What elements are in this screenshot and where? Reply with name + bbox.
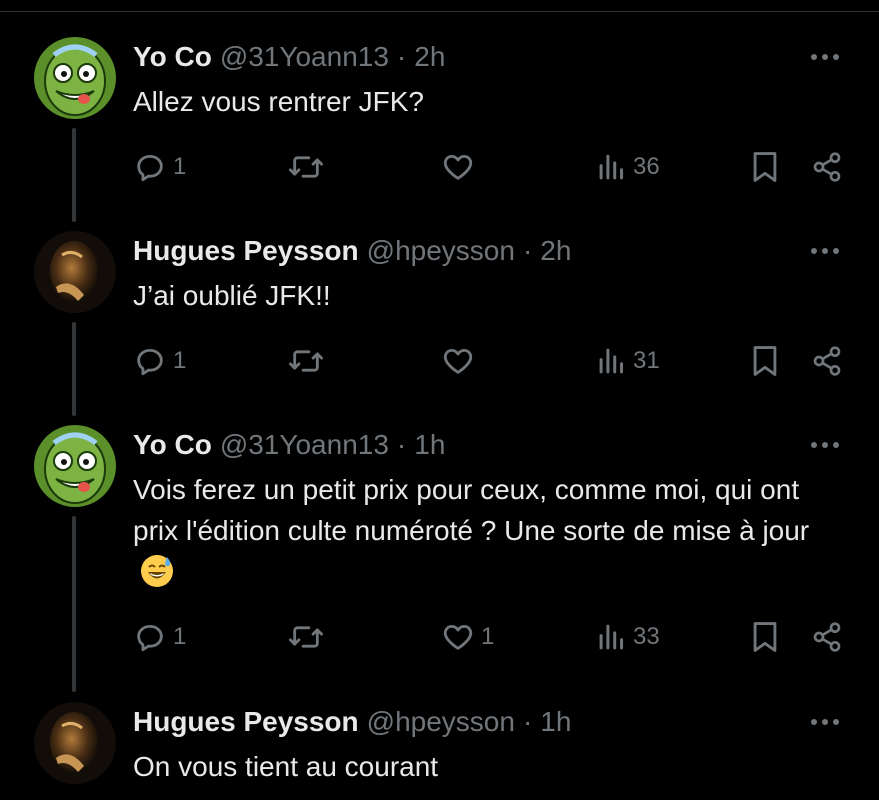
author-name[interactable]: Hugues Peysson [133, 235, 359, 267]
views-button[interactable]: 36 [597, 145, 660, 189]
retweet-button[interactable] [287, 615, 325, 659]
rick-pickle-avatar-icon [34, 425, 116, 507]
heart-icon [443, 624, 473, 650]
separator: · [522, 706, 533, 737]
tweet-header: Hugues Peysson @hpeysson · 2h [133, 231, 571, 271]
like-button[interactable]: 1 [441, 615, 494, 659]
grinning-sweat-emoji-icon [139, 553, 175, 589]
views-count: 31 [633, 347, 660, 374]
author-name[interactable]: Yo Co [133, 429, 212, 461]
author-name[interactable]: Hugues Peysson [133, 706, 359, 738]
retweet-icon [288, 626, 323, 648]
dark-photo-avatar-icon [34, 702, 116, 784]
bookmark-button[interactable] [750, 145, 780, 189]
separator: · [522, 235, 533, 266]
top-divider [0, 11, 879, 12]
share-button[interactable] [811, 615, 843, 659]
rick-pickle-avatar-icon [34, 37, 116, 119]
heart-icon [443, 154, 473, 180]
reply-button[interactable]: 1 [133, 339, 186, 383]
bookmark-icon [753, 346, 777, 376]
share-button[interactable] [811, 145, 843, 189]
more-options-icon[interactable] [807, 433, 843, 457]
like-count: 1 [481, 623, 495, 650]
avatar[interactable] [34, 231, 116, 313]
retweet-button[interactable] [287, 339, 325, 383]
separator: · [396, 41, 407, 72]
share-button[interactable] [811, 339, 843, 383]
tweet-text: Vois ferez un petit prix pour ceux, comm… [133, 474, 810, 546]
share-icon [813, 152, 841, 182]
reply-button[interactable]: 1 [133, 145, 186, 189]
timestamp[interactable]: 1h [540, 706, 571, 738]
views-icon [599, 154, 624, 180]
like-button[interactable] [441, 145, 475, 189]
views-button[interactable]: 33 [597, 615, 660, 659]
retweet-icon [288, 350, 323, 372]
timestamp[interactable]: 2h [414, 41, 445, 73]
avatar[interactable] [34, 425, 116, 507]
retweet-icon [288, 156, 323, 178]
reply-icon [137, 348, 163, 376]
action-bar: 1 1 33 [0, 615, 879, 659]
tweet-header: Yo Co @31Yoann13 · 2h [133, 37, 445, 77]
reply-button[interactable]: 1 [133, 615, 186, 659]
reply-count: 1 [173, 153, 187, 180]
views-count: 36 [633, 153, 660, 180]
avatar[interactable] [34, 702, 116, 784]
bookmark-icon [753, 152, 777, 182]
author-handle[interactable]: @hpeysson [367, 235, 515, 267]
heart-icon [443, 348, 473, 374]
like-button[interactable] [441, 339, 475, 383]
reply-count: 1 [173, 623, 187, 650]
views-count: 33 [633, 623, 660, 650]
bookmark-icon [753, 622, 777, 652]
views-icon [599, 624, 624, 650]
tweet-header: Yo Co @31Yoann13 · 1h [133, 425, 445, 465]
bookmark-button[interactable] [750, 339, 780, 383]
author-handle[interactable]: @31Yoann13 [220, 429, 389, 461]
views-icon [599, 348, 624, 374]
views-button[interactable]: 31 [597, 339, 660, 383]
author-name[interactable]: Yo Co [133, 41, 212, 73]
tweet-text: J’ai oublié JFK!! [133, 280, 331, 311]
retweet-button[interactable] [287, 145, 325, 189]
bookmark-button[interactable] [750, 615, 780, 659]
tweet-header: Hugues Peysson @hpeysson · 1h [133, 702, 571, 742]
tweet-text-container: Vois ferez un petit prix pour ceux, comm… [133, 469, 823, 592]
author-handle[interactable]: @hpeysson [367, 706, 515, 738]
avatar[interactable] [34, 37, 116, 119]
author-handle[interactable]: @31Yoann13 [220, 41, 389, 73]
tweet[interactable]: Yo Co @31Yoann13 · 1h Vois ferez un peti… [0, 425, 879, 690]
separator: · [396, 429, 407, 460]
reply-icon [137, 624, 163, 652]
tweet[interactable]: Hugues Peysson @hpeysson · 2h J’ai oubli… [0, 231, 879, 411]
share-icon [813, 346, 841, 376]
tweet[interactable]: Yo Co @31Yoann13 · 2h Allez vous rentrer… [0, 37, 879, 217]
more-options-icon[interactable] [807, 45, 843, 69]
timestamp[interactable]: 2h [540, 235, 571, 267]
tweet[interactable]: Hugues Peysson @hpeysson · 1h On vous ti… [0, 702, 879, 800]
tweet-text: Allez vous rentrer JFK? [133, 86, 424, 117]
dark-photo-avatar-icon [34, 231, 116, 313]
action-bar: 1 31 [0, 339, 879, 383]
reply-count: 1 [173, 347, 187, 374]
tweet-text: On vous tient au courant [133, 751, 439, 782]
share-icon [813, 622, 841, 652]
more-options-icon[interactable] [807, 239, 843, 263]
more-options-icon[interactable] [807, 710, 843, 734]
action-bar: 1 36 [0, 145, 879, 189]
timestamp[interactable]: 1h [414, 429, 445, 461]
reply-icon [137, 154, 163, 182]
